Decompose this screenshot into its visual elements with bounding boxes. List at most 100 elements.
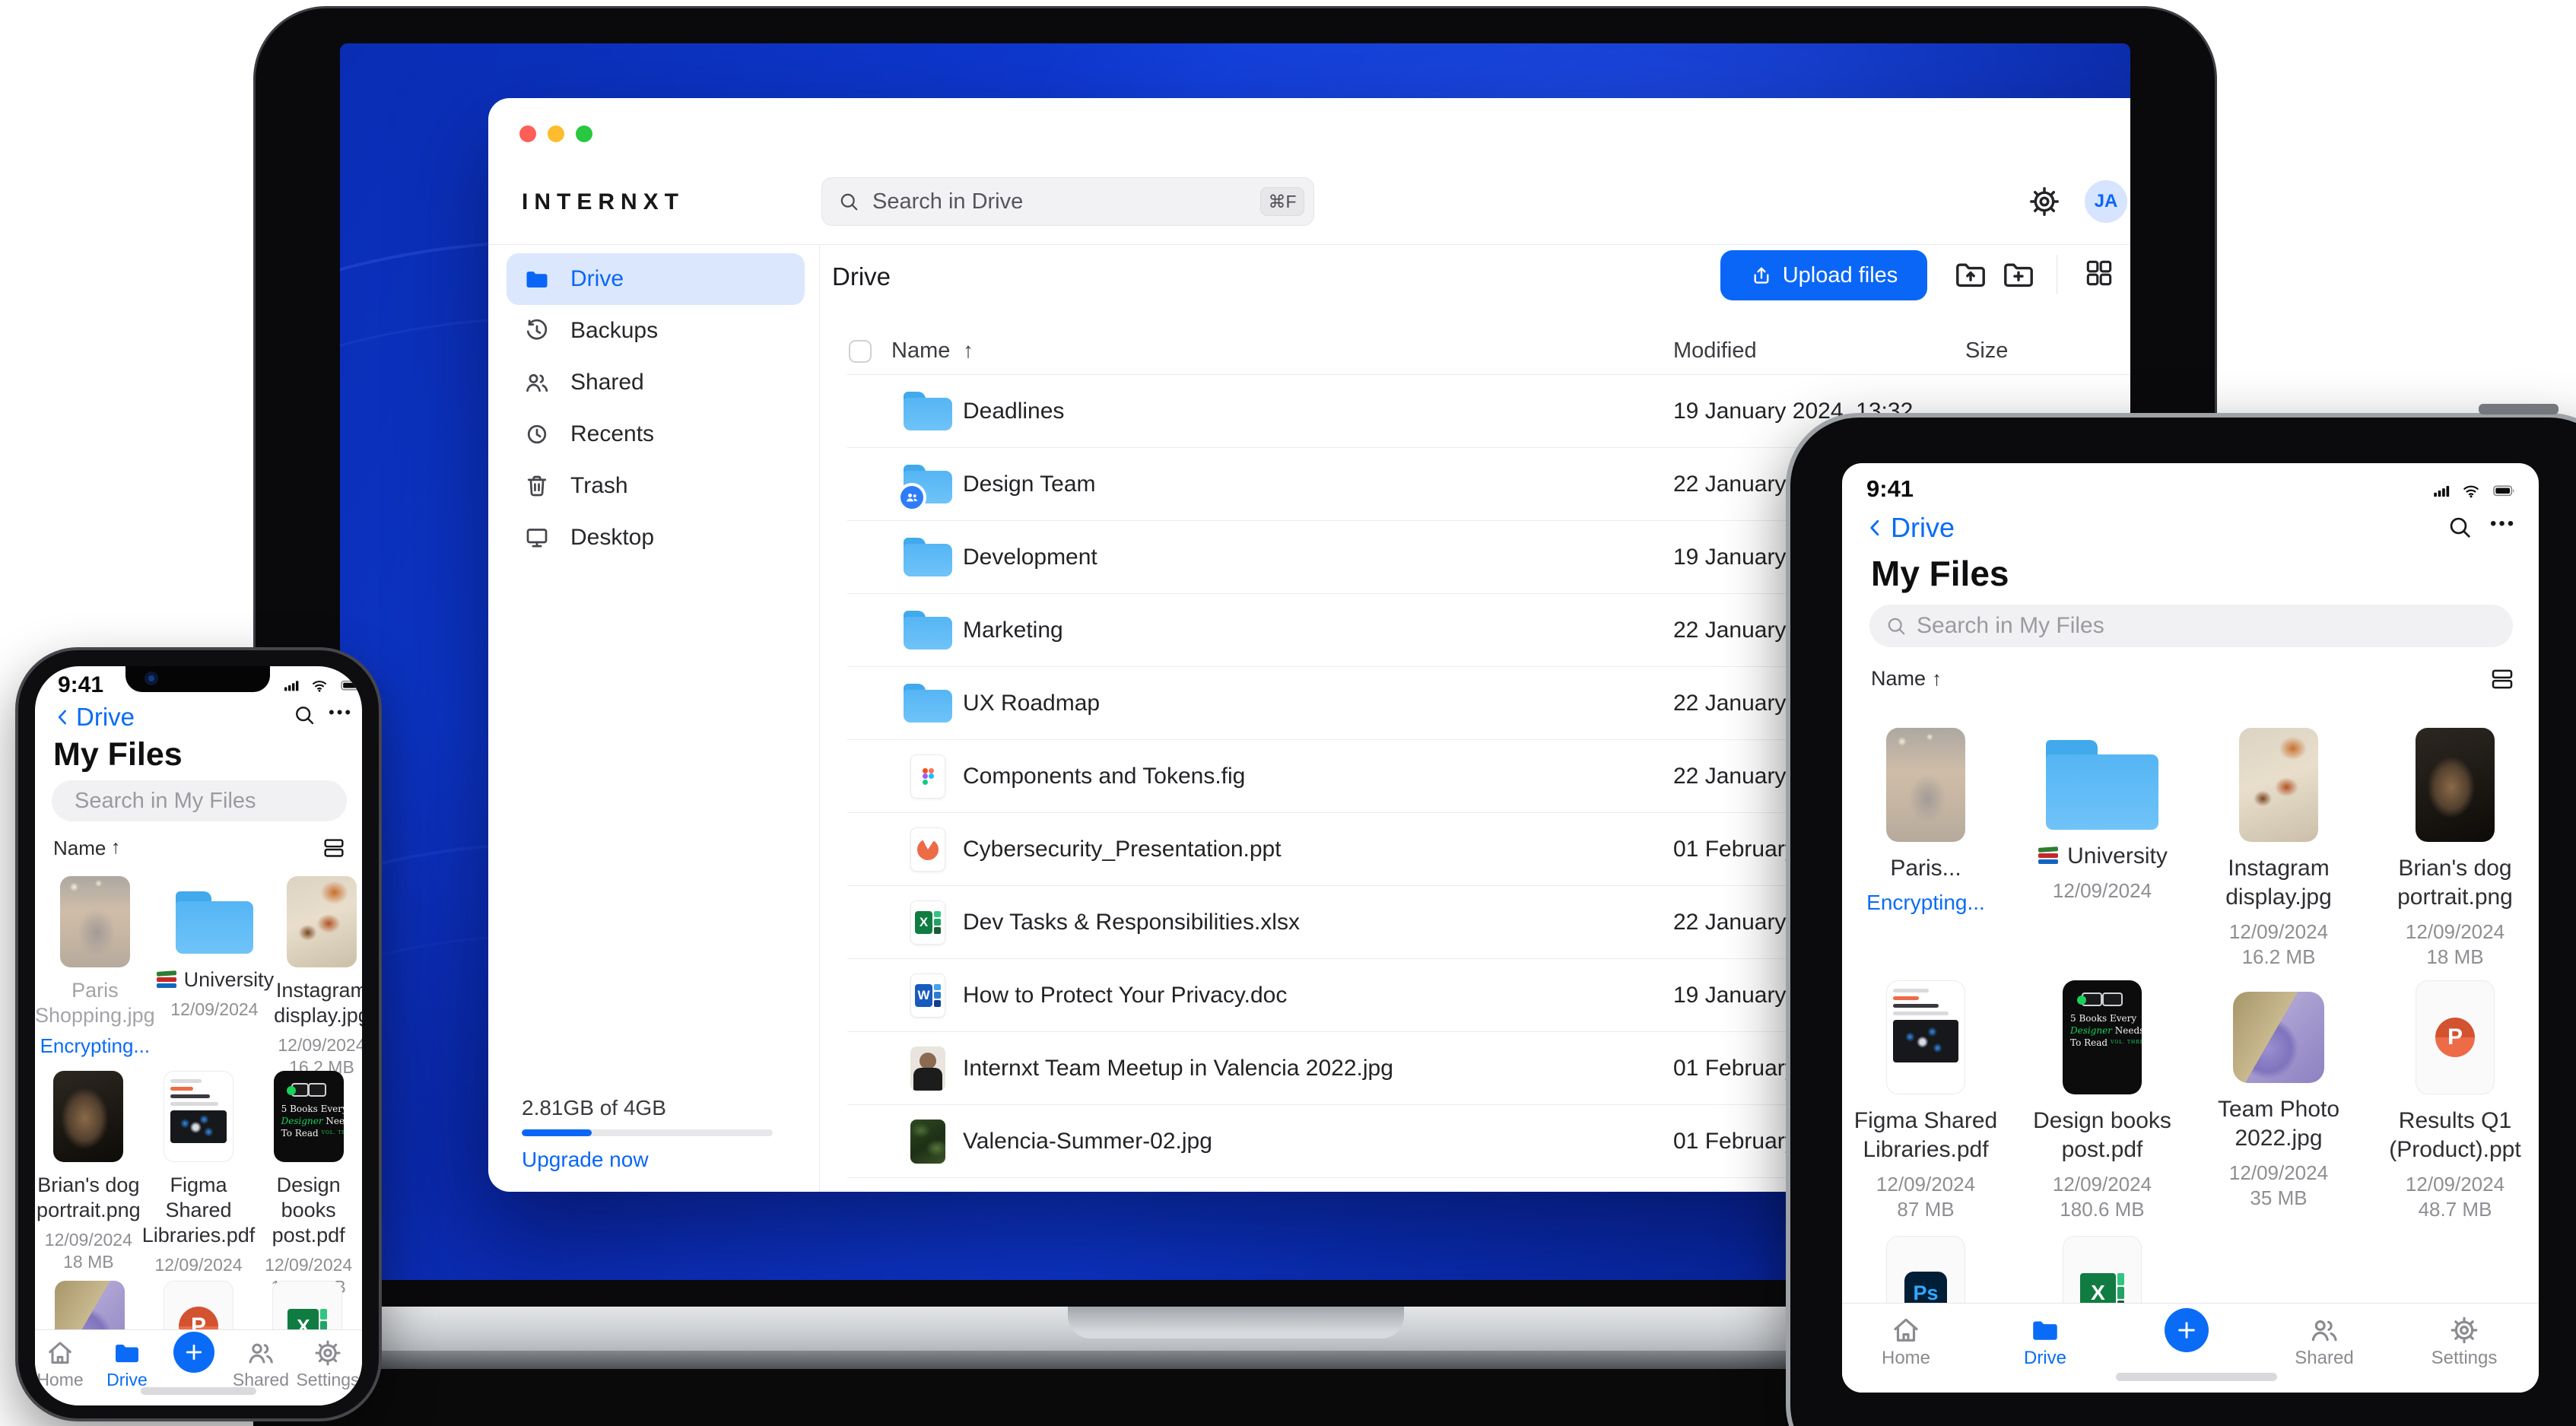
user-avatar[interactable]: JA bbox=[2085, 180, 2127, 223]
drive-search-input[interactable] bbox=[872, 189, 1260, 214]
drive-search-bar[interactable]: ⌘F bbox=[821, 177, 1314, 226]
more-menu-button[interactable]: ••• bbox=[2490, 513, 2516, 535]
file-name: Design books bbox=[276, 1174, 341, 1221]
home-indicator[interactable] bbox=[141, 1387, 256, 1395]
sort-asc-icon[interactable]: ↑ bbox=[1932, 667, 1942, 691]
chevron-left-icon bbox=[53, 706, 73, 729]
search-input[interactable] bbox=[75, 788, 361, 814]
tab-drive[interactable]: Drive bbox=[1999, 1304, 2091, 1369]
sidebar-item-backups[interactable]: Backups bbox=[507, 305, 805, 357]
grid-item-figma-pdf[interactable]: Figma Shared Libraries.pdf 12/09/2024 87… bbox=[1842, 980, 2014, 1222]
sort-by-name[interactable]: Name bbox=[1871, 667, 1926, 691]
grid-item-instagram[interactable]: Instagram display.jpg 12/09/2024 16.2 MB bbox=[274, 876, 362, 1078]
add-file-button[interactable] bbox=[161, 1330, 227, 1373]
excel-file-icon: X bbox=[904, 900, 952, 945]
search-bar[interactable] bbox=[1869, 605, 2513, 647]
search-bar[interactable] bbox=[52, 780, 361, 821]
shared-badge-icon bbox=[897, 482, 926, 512]
column-name[interactable]: Name bbox=[891, 338, 950, 364]
plus-fab[interactable] bbox=[173, 1332, 214, 1373]
select-all-checkbox[interactable] bbox=[849, 340, 872, 363]
sort-asc-icon[interactable]: ↑ bbox=[963, 338, 974, 363]
tab-home[interactable]: Home bbox=[35, 1330, 93, 1390]
grid-item-results-ppt[interactable]: P Results Q1 (Product).ppt 12/09/2024 48… bbox=[2367, 980, 2539, 1222]
column-modified[interactable]: Modified bbox=[1673, 338, 1757, 364]
file-date: 12/09/2024 bbox=[278, 1035, 362, 1055]
grid-item-team-photo[interactable]: Team Photo 2022.jpg 12/09/2024 35 MB bbox=[2190, 980, 2367, 1222]
grid-item-university[interactable]: University 12/09/2024 bbox=[2014, 728, 2190, 970]
file-name: Libraries.pdf bbox=[1863, 1137, 1989, 1162]
search-icon[interactable] bbox=[292, 703, 316, 727]
window-close-button[interactable] bbox=[519, 125, 536, 142]
tab-drive[interactable]: Drive bbox=[94, 1330, 160, 1390]
grid-item-dog[interactable]: Brian's dog portrait.png 12/09/2024 18 M… bbox=[2367, 728, 2539, 970]
sidebar-item-recents[interactable]: Recents bbox=[507, 408, 805, 460]
grid-item-university[interactable]: University 12/09/2024 bbox=[155, 876, 274, 1078]
shared-folder-icon bbox=[897, 464, 952, 512]
sidebar-item-label: Recents bbox=[570, 421, 655, 446]
grid-item-dog[interactable]: Brian's dog portrait.png 12/09/2024 18 M… bbox=[35, 1071, 142, 1298]
sidebar-item-shared[interactable]: Shared bbox=[507, 357, 805, 408]
file-date: 12/09/2024 bbox=[2405, 1173, 2505, 1196]
tab-shared[interactable]: Shared bbox=[2279, 1304, 2370, 1369]
search-input[interactable] bbox=[1917, 613, 2498, 639]
more-menu-button[interactable]: ••• bbox=[329, 703, 353, 723]
search-icon[interactable] bbox=[2446, 513, 2473, 541]
upgrade-now-link[interactable]: Upgrade now bbox=[522, 1148, 649, 1172]
status-icons bbox=[280, 675, 362, 695]
window-zoom-button[interactable] bbox=[576, 125, 592, 142]
file-name: portrait.png bbox=[2397, 885, 2513, 910]
sidebar-item-trash[interactable]: Trash bbox=[507, 460, 805, 512]
table-header: Name ↑ Modified Size bbox=[847, 334, 2130, 375]
upload-folder-button[interactable] bbox=[1952, 256, 1989, 293]
create-folder-button[interactable] bbox=[2000, 256, 2037, 293]
settings-gear-button[interactable] bbox=[2025, 182, 2064, 221]
back-button[interactable]: Drive bbox=[53, 703, 135, 732]
clock-icon bbox=[523, 421, 551, 448]
sort-by-name[interactable]: Name bbox=[53, 837, 106, 860]
tab-settings[interactable]: Settings bbox=[295, 1330, 361, 1390]
file-name: Instagram bbox=[2228, 856, 2330, 881]
grid-item-design-books[interactable]: 5 Books Every Designer Needs To ReadVOL.… bbox=[2014, 980, 2190, 1222]
photo-thumbnail bbox=[2416, 728, 2495, 842]
window-minimize-button[interactable] bbox=[548, 125, 564, 142]
plus-fab[interactable] bbox=[2165, 1308, 2209, 1352]
encrypting-status: Encrypting... bbox=[1866, 891, 1985, 914]
phone-screen: 9:41 Drive ••• My Files Name bbox=[35, 666, 362, 1405]
grid-item-design-books[interactable]: 5 Books Every Designer Needs To ReadVOL.… bbox=[255, 1071, 362, 1298]
sidebar-divider bbox=[819, 244, 820, 1192]
internxt-logo: INTERNXT bbox=[522, 189, 684, 214]
file-date: 12/09/2024 bbox=[2052, 1173, 2152, 1196]
plus-icon bbox=[183, 1341, 205, 1364]
books-icon bbox=[155, 970, 178, 989]
sidebar-item-desktop[interactable]: Desktop bbox=[507, 512, 805, 564]
grid-view-button[interactable] bbox=[2082, 256, 2119, 293]
file-name: display.jpg bbox=[2225, 885, 2332, 910]
file-name: Brian's dog bbox=[37, 1174, 140, 1196]
home-indicator[interactable] bbox=[2116, 1373, 2277, 1381]
file-date: 12/09/2024 bbox=[2405, 920, 2505, 943]
tab-home[interactable]: Home bbox=[1860, 1304, 1952, 1369]
file-size: 16.2 MB bbox=[2241, 945, 2316, 968]
books-icon bbox=[2037, 846, 2060, 865]
file-name: Design books bbox=[2033, 1108, 2171, 1133]
tab-settings[interactable]: Settings bbox=[2419, 1304, 2510, 1369]
list-view-icon[interactable] bbox=[321, 835, 347, 861]
grid-item-paris[interactable]: Paris... Encrypting... bbox=[1842, 728, 2014, 970]
sort-asc-icon[interactable]: ↑ bbox=[111, 837, 121, 859]
list-view-icon[interactable] bbox=[2489, 665, 2516, 693]
tab-shared[interactable]: Shared bbox=[228, 1330, 294, 1390]
grid-item-figma-pdf[interactable]: Figma Shared Libraries.pdf 12/09/2024 87… bbox=[142, 1071, 255, 1298]
grid-item-paris[interactable]: Paris Shopping.jpg Encrypting... bbox=[35, 876, 155, 1078]
add-file-button[interactable] bbox=[2141, 1304, 2232, 1352]
file-size: 87 MB bbox=[1897, 1198, 1955, 1221]
file-name: Design Team bbox=[963, 471, 1096, 497]
grid-item-instagram[interactable]: Instagram display.jpg 12/09/2024 16.2 MB bbox=[2190, 728, 2367, 970]
back-label: Drive bbox=[1891, 512, 1955, 543]
folder-icon bbox=[904, 537, 952, 577]
upload-files-button[interactable]: Upload files bbox=[1720, 250, 1927, 300]
column-size[interactable]: Size bbox=[1965, 338, 2008, 364]
back-button[interactable]: Drive bbox=[1865, 512, 1955, 544]
people-icon bbox=[523, 369, 551, 396]
sidebar-item-drive[interactable]: Drive bbox=[507, 253, 805, 305]
